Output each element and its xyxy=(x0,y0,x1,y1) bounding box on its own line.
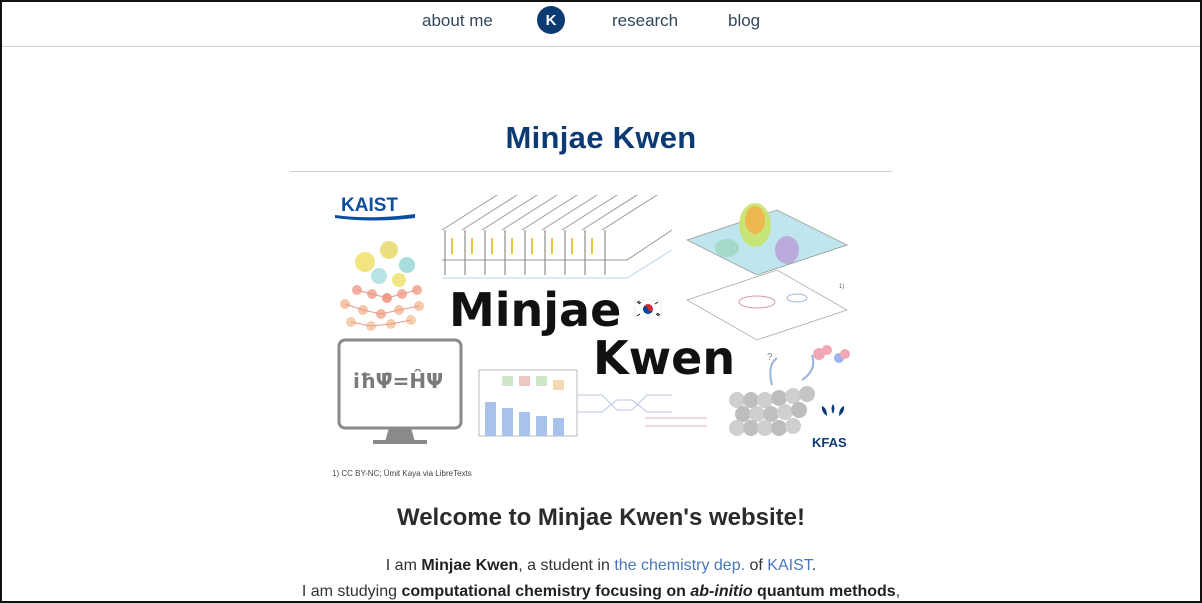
hero-name-line1: Minjae xyxy=(449,283,621,337)
molecule-cluster-icon xyxy=(340,241,424,331)
research-focus-text: quantum methods xyxy=(752,583,896,600)
kaist-link[interactable]: KAIST xyxy=(767,557,811,574)
research-focus: computational chemistry focusing on ab-i… xyxy=(401,583,895,600)
nav-blog[interactable]: blog xyxy=(728,11,760,31)
nav-research[interactable]: research xyxy=(612,11,678,31)
svg-text:1): 1) xyxy=(839,284,844,290)
intro-line-1: I am Minjae Kwen, a student in the chemi… xyxy=(2,557,1200,575)
hero-name-line2: Kwen xyxy=(593,331,735,385)
page-title: Minjae Kwen xyxy=(505,120,697,155)
chemistry-dept-link[interactable]: the chemistry dep. xyxy=(614,557,745,574)
welcome-heading: Welcome to Minjae Kwen's website! xyxy=(396,504,806,531)
home-logo-button[interactable]: K xyxy=(537,6,565,34)
intro-text: , a student in xyxy=(518,557,615,574)
ab-initio-text: ab-initio xyxy=(690,583,753,600)
title-divider xyxy=(290,171,892,172)
korea-flag-icon xyxy=(634,299,662,319)
surface-atoms-icon: ? xyxy=(729,345,850,436)
svg-text:iħΨ̇=ĤΨ: iħΨ̇=ĤΨ xyxy=(353,369,443,393)
spring-diagram-icon xyxy=(441,194,673,279)
intro-text: . xyxy=(811,557,817,574)
image-credit: 1) CC BY-NC; Ümit Kaya via LibreTexts xyxy=(332,469,472,478)
hero-collage-image: KAIST 1) Minjae Kwen iħΨ̇=ĤΨ ? KFAS xyxy=(327,190,857,482)
svg-text:?: ? xyxy=(767,352,773,363)
surface-plot-icon: 1) xyxy=(685,203,849,341)
intro-text: I am studying xyxy=(301,583,402,600)
intro-text: , xyxy=(895,583,901,600)
svg-text:KFAS: KFAS xyxy=(812,435,847,450)
hero-collage-svg: KAIST 1) Minjae Kwen iħΨ̇=ĤΨ ? KFAS xyxy=(335,194,850,450)
monitor-equation-icon: iħΨ̇=ĤΨ xyxy=(337,338,463,444)
kfas-logo: KFAS xyxy=(812,404,847,450)
kaist-logo: KAIST xyxy=(341,195,398,216)
intro-text: I am xyxy=(385,557,422,574)
research-focus-text: computational chemistry focusing on xyxy=(401,583,691,600)
top-navigation: about me K research blog xyxy=(2,2,1200,47)
intro-text: of xyxy=(745,557,768,574)
intro-name: Minjae Kwen xyxy=(421,557,519,574)
nav-about-me[interactable]: about me xyxy=(422,11,493,31)
intro-line-2: I am studying computational chemistry fo… xyxy=(2,583,1200,601)
browser-viewport: about me K research blog Minjae Kwen KAI… xyxy=(0,0,1202,603)
